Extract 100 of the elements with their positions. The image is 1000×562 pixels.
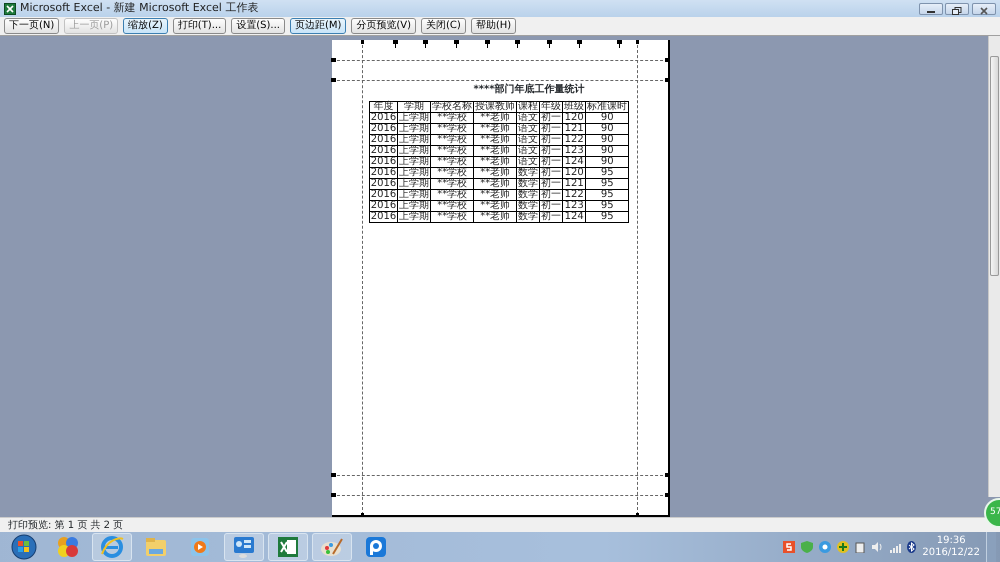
taskbar-button[interactable] — [224, 533, 264, 561]
table-cell: 2016 — [369, 156, 398, 168]
column-handle[interactable] — [514, 40, 520, 48]
table-cell: **老师 — [474, 112, 517, 124]
table-cell: 95 — [586, 168, 629, 178]
table-cell: **学校 — [430, 146, 474, 156]
toolbar-button[interactable]: 帮助(H) — [470, 18, 516, 34]
restore-icon — [952, 7, 962, 16]
table-cell: 数学 — [516, 178, 540, 190]
column-handle[interactable] — [454, 40, 458, 48]
table-cell: 上学期 — [398, 124, 431, 134]
column-handle[interactable] — [546, 40, 552, 48]
table-cell: 数学 — [516, 168, 540, 178]
toolbar-button[interactable]: 设置(S)... — [231, 18, 285, 34]
table-cell: **学校 — [430, 200, 474, 212]
table-cell: 95 — [586, 178, 629, 190]
table-cell: 95 — [586, 212, 629, 222]
control-panel-icon — [231, 534, 257, 560]
taskbar-button[interactable] — [312, 533, 352, 561]
restore-button[interactable] — [945, 2, 970, 14]
table-cell: 124 — [562, 156, 586, 168]
table-cell: **学校 — [430, 190, 474, 200]
table-cell: 初一 — [540, 112, 563, 124]
table-cell: **老师 — [474, 200, 517, 212]
table-cell: 初一 — [540, 156, 563, 168]
table-cell: 2016 — [369, 146, 398, 156]
margin-handle[interactable] — [330, 493, 336, 497]
toolbar-button[interactable]: 缩放(Z) — [123, 18, 168, 34]
table-cell: 语文 — [516, 134, 540, 146]
table-cell: 语文 — [516, 112, 540, 124]
table-cell: 123 — [562, 146, 586, 156]
margin-handle[interactable] — [330, 58, 336, 62]
column-handle[interactable] — [392, 40, 398, 48]
minimize-icon — [926, 8, 936, 14]
bluetooth-icon[interactable] — [907, 541, 916, 553]
margin-handle[interactable] — [636, 513, 638, 517]
taskbar-button[interactable] — [92, 533, 132, 561]
table-cell: 122 — [562, 134, 586, 146]
toolbar-button[interactable]: 下一页(N) — [4, 18, 60, 34]
color-balls-icon — [55, 534, 81, 560]
table-cell: **老师 — [474, 134, 517, 146]
toolbar-button[interactable]: 页边距(M) — [290, 18, 346, 34]
column-handle[interactable] — [422, 40, 428, 48]
table-cell: **老师 — [474, 168, 517, 178]
margin-handle[interactable] — [330, 78, 336, 82]
table-cell: 121 — [562, 124, 586, 134]
table-cell: 语文 — [516, 146, 540, 156]
taskbar-button[interactable] — [268, 533, 308, 561]
column-header: 学期 — [398, 102, 431, 112]
margin-handle[interactable] — [664, 58, 670, 62]
column-handle[interactable] — [576, 40, 582, 48]
plus-icon[interactable] — [837, 541, 850, 553]
table-cell: 初一 — [540, 200, 563, 212]
table-cell: 初一 — [540, 168, 563, 178]
margin-handle[interactable] — [664, 493, 670, 497]
table-cell: 2016 — [369, 190, 398, 200]
spreadsheet-icon — [275, 534, 301, 560]
margin-handle[interactable] — [636, 40, 638, 44]
table-cell: 初一 — [540, 190, 563, 200]
table-cell: 数学 — [516, 212, 540, 222]
table-cell: 122 — [562, 190, 586, 200]
table-cell: 上学期 — [398, 168, 431, 178]
table-cell: 90 — [586, 134, 629, 146]
margin-handle[interactable] — [360, 513, 364, 517]
window-title: Microsoft Excel - 新建 Microsoft Excel 工作表 — [20, 0, 258, 16]
scrollbar[interactable] — [988, 36, 1000, 497]
windows-logo-icon — [11, 534, 37, 560]
close-button[interactable] — [972, 2, 996, 14]
table-cell: 初一 — [540, 134, 563, 146]
table-cell: 语文 — [516, 124, 540, 134]
table-cell: 90 — [586, 156, 629, 168]
player-tray-icon[interactable] — [819, 541, 832, 553]
column-handle[interactable] — [616, 40, 622, 48]
table-cell: 2016 — [369, 134, 398, 146]
table-cell: 上学期 — [398, 178, 431, 190]
table-cell: **学校 — [430, 156, 474, 168]
table-cell: 上学期 — [398, 134, 431, 146]
minimize-button[interactable] — [918, 2, 942, 14]
table-cell: 120 — [562, 168, 586, 178]
column-handle[interactable] — [484, 40, 490, 48]
toolbar-button[interactable]: 打印(T)... — [172, 18, 226, 34]
toolbar-button[interactable]: 分页预览(V) — [351, 18, 416, 34]
browser-icon — [99, 534, 125, 560]
input-method-icon[interactable] — [783, 541, 796, 553]
table-cell: 上学期 — [398, 212, 431, 222]
toolbar-button[interactable]: 关闭(C) — [421, 18, 466, 34]
table-cell: 上学期 — [398, 112, 431, 124]
table-cell: **老师 — [474, 156, 517, 168]
table-cell: 2016 — [369, 112, 398, 124]
margin-handle[interactable] — [664, 78, 670, 82]
column-header: 课程 — [516, 102, 540, 112]
margin-handle[interactable] — [330, 473, 336, 477]
margin-handle[interactable] — [664, 473, 670, 477]
table-cell: 90 — [586, 112, 629, 124]
excel-icon — [4, 2, 16, 14]
media-player-icon — [363, 534, 389, 560]
table-cell: 数学 — [516, 190, 540, 200]
table-cell: 上学期 — [398, 146, 431, 156]
column-header: 年度 — [369, 102, 398, 112]
margin-handle[interactable] — [360, 40, 364, 44]
